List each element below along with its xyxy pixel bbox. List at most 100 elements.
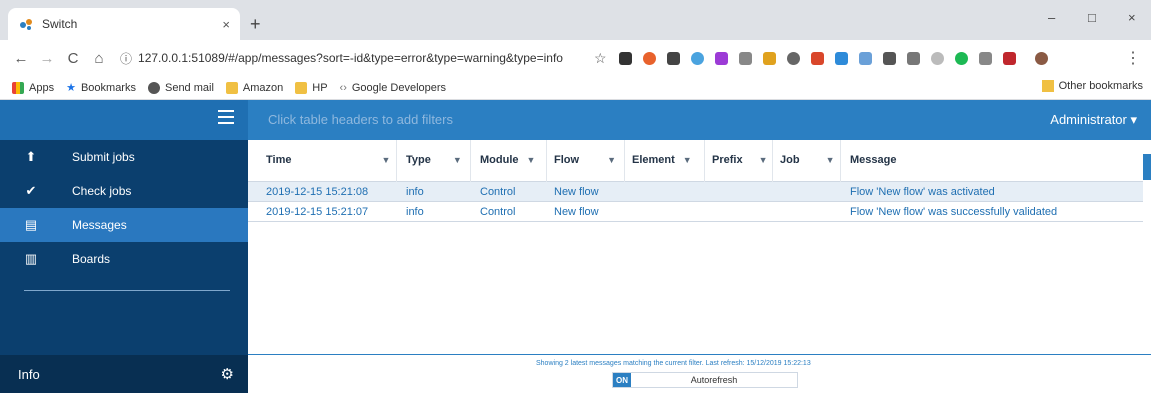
extension-icon[interactable] [810,51,824,65]
home-icon[interactable]: ⌂ [86,50,112,67]
hamburger-menu-icon[interactable] [218,110,234,128]
bookmark-star-icon[interactable]: ☆ [594,50,607,67]
browser-tab[interactable]: Switch × [8,8,240,40]
column-label: Message [850,154,897,166]
bookmark-google-developers[interactable]: ‹› Google Developers [340,82,447,94]
boards-icon: ▥ [24,251,38,266]
cell-module: Control [480,186,516,198]
user-menu[interactable]: Administrator ▾ [1050,112,1137,128]
extension-icon[interactable] [642,51,656,65]
bookmark-label: Amazon [242,81,284,94]
extension-icon[interactable] [690,51,704,65]
cell-message: Flow 'New flow' was successfully validat… [850,206,1058,218]
forward-icon[interactable]: → [34,50,60,67]
extension-icon[interactable] [714,51,728,65]
folder-icon [225,81,238,94]
extension-icon[interactable] [906,51,920,65]
profile-avatar[interactable] [1034,51,1048,65]
extension-icon[interactable] [786,51,800,65]
sidebar-footer: Info ⚙ [0,355,248,393]
bookmark-hp[interactable]: HP [295,81,328,94]
extension-icon[interactable] [666,51,680,65]
extension-icon[interactable] [930,51,944,65]
tab-close-icon[interactable]: × [222,17,230,32]
sidebar: ⬆ Submit jobs ✔ Check jobs ▤ Messages ▥ … [0,100,248,393]
extension-icon[interactable] [1002,51,1016,65]
column-header-type[interactable]: Type ▼ [406,154,462,166]
extension-icon[interactable] [834,51,848,65]
column-label: Type [406,154,431,166]
extension-icon[interactable] [978,51,992,65]
bookmarks-bar: Apps ★ Bookmarks Send mail Amazon HP ‹› … [0,76,1151,100]
column-header-message[interactable]: Message▼ [850,154,1151,166]
filter-hint: Click table headers to add filters [268,112,453,127]
bookmark-label: Bookmarks [80,81,136,94]
apps-icon [12,81,24,94]
sidebar-item-submit-jobs[interactable]: ⬆ Submit jobs [0,140,248,174]
toggle-on-label: ON [613,373,631,387]
column-settings-handle[interactable] [1143,154,1151,180]
gear-icon[interactable]: ⚙ [221,365,234,383]
window-close-button[interactable]: × [1128,10,1136,25]
sidebar-item-check-jobs[interactable]: ✔ Check jobs [0,174,248,208]
menu-kebab-icon[interactable]: ⋮ [1125,48,1141,68]
extension-icon[interactable] [882,51,896,65]
app-container: ⬆ Submit jobs ✔ Check jobs ▤ Messages ▥ … [0,100,1151,393]
new-tab-button[interactable]: + [250,14,261,35]
star-icon: ★ [66,82,76,94]
cell-type: info [406,186,424,198]
address-bar[interactable]: 127.0.0.1:51089/#/app/messages?sort=-id&… [138,51,588,65]
table-row[interactable]: 2019-12-15 15:21:08 info Control New flo… [248,182,1143,202]
column-header-flow[interactable]: Flow ▼ [554,154,616,166]
extension-icon[interactable] [762,51,776,65]
extension-icon[interactable] [618,51,632,65]
column-label: Job [780,154,800,166]
extension-icon[interactable] [954,51,968,65]
extension-icon[interactable] [858,51,872,65]
status-text: Showing 2 latest messages matching the c… [536,360,811,367]
bookmark-label: Send mail [164,81,214,94]
extensions-bar [618,51,1059,65]
maximize-button[interactable]: □ [1088,10,1096,25]
sidebar-item-label: Check jobs [72,184,132,198]
column-header-module[interactable]: Module ▼ [480,154,535,166]
bookmark-bookmarks[interactable]: ★ Bookmarks [66,81,136,95]
bookmark-apps[interactable]: Apps [12,81,54,94]
messages-table: Time ▼ Type ▼ Module ▼ Flow ▼ Element ▼ Prefi… [248,140,1151,222]
column-header-time[interactable]: Time ▼ [266,154,390,166]
column-label: Flow [554,154,580,166]
bookmark-amazon[interactable]: Amazon [225,81,284,94]
column-divider [840,140,841,182]
messages-icon: ▤ [24,217,38,232]
column-label: Module [480,154,519,166]
column-divider [772,140,773,182]
browser-toolbar: ← → C ⌂ ⓘ 127.0.0.1:51089/#/app/messages… [0,40,1151,76]
sidebar-item-boards[interactable]: ▥ Boards [0,242,248,276]
other-bookmarks[interactable]: Other bookmarks [1041,80,1143,92]
sidebar-item-messages[interactable]: ▤ Messages [0,208,248,242]
chevron-down-icon: ▼ [526,155,536,165]
reload-icon[interactable]: C [60,50,86,67]
column-header-prefix[interactable]: Prefix ▼ [712,154,768,166]
extension-icon[interactable] [738,51,752,65]
info-label[interactable]: Info [18,367,40,382]
switch-favicon-icon [20,19,32,30]
bookmark-send-mail[interactable]: Send mail [147,81,214,94]
column-label: Time [266,154,292,166]
chevron-down-icon: ▼ [607,155,616,165]
code-icon: ‹› [339,81,347,94]
cell-module: Control [480,206,516,218]
other-bookmarks-label: Other bookmarks [1058,80,1143,92]
column-divider [396,140,397,182]
column-header-job[interactable]: Job ▼ [780,154,834,166]
column-header-element[interactable]: Element ▼ [632,154,692,166]
back-icon[interactable]: ← [8,50,34,67]
cell-type: info [406,206,424,218]
sidebar-item-label: Boards [72,252,111,266]
minimize-button[interactable]: – [1048,10,1055,25]
bookmark-label: Google Developers [351,81,447,94]
autorefresh-toggle[interactable]: ON Autorefresh [612,372,798,388]
column-label: Prefix [712,154,743,166]
table-row[interactable]: 2019-12-15 15:21:07 info Control New flo… [248,202,1143,222]
site-info-icon[interactable]: ⓘ [120,50,132,67]
